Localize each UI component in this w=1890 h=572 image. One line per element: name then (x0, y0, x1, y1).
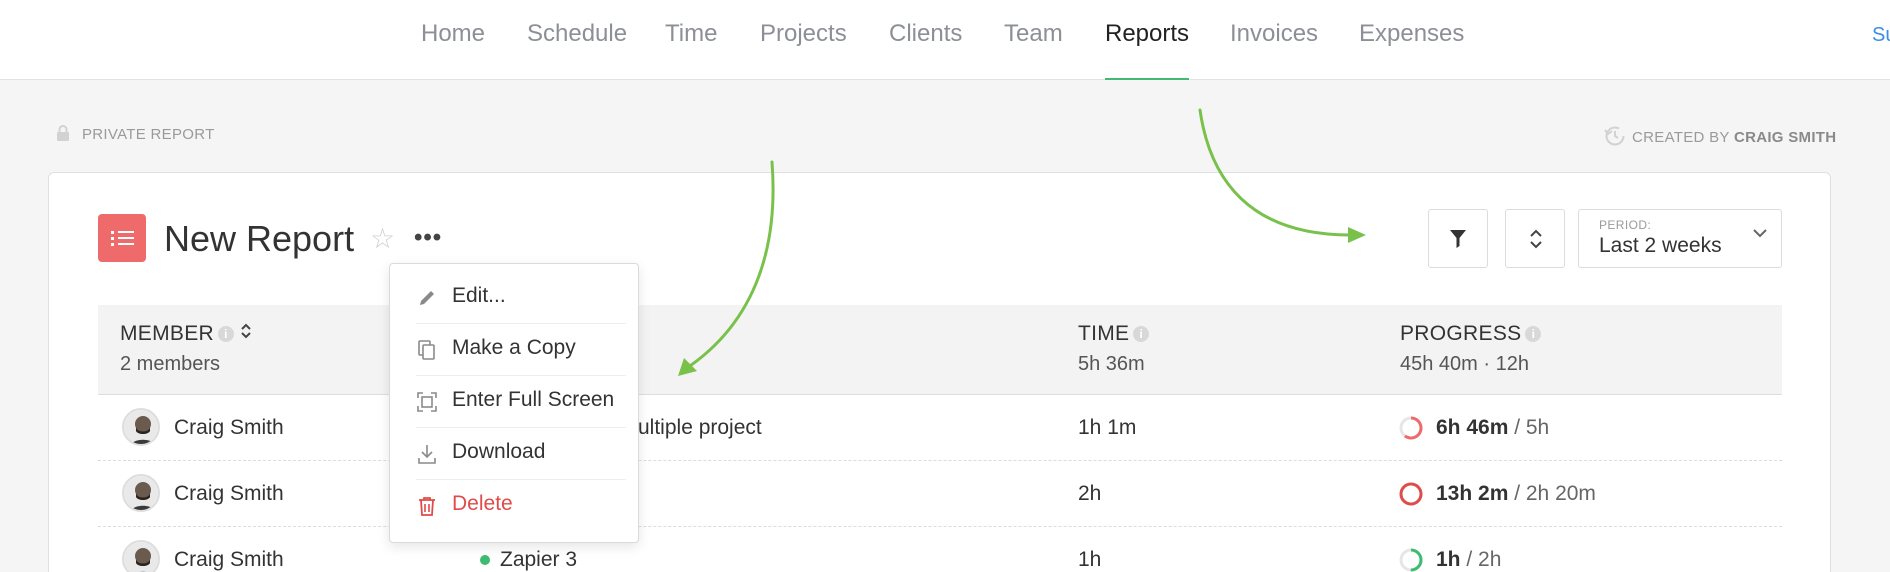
info-icon[interactable]: i (217, 326, 234, 342)
sort-icon[interactable] (240, 323, 252, 339)
chevron-down-icon (1753, 229, 1767, 238)
avatar (122, 540, 160, 572)
progress-tracked: 1h (1436, 548, 1461, 571)
top-nav: Home Schedule Time Projects Clients Team… (0, 0, 1890, 80)
time-value: 1h (1078, 548, 1102, 571)
sort-icon (1530, 229, 1542, 249)
filter-button[interactable] (1428, 209, 1488, 268)
history-icon (1604, 126, 1625, 146)
column-header-progress[interactable]: PROGRESS i (1400, 322, 1542, 346)
more-options-button[interactable]: ••• (414, 224, 442, 252)
trash-icon (419, 497, 435, 516)
download-icon (418, 445, 436, 464)
menu-item-edit[interactable]: Edit... (416, 272, 626, 324)
nav-support-link[interactable]: Su (1872, 24, 1890, 47)
time-value: 1h 1m (1078, 416, 1137, 439)
progress-value: 6h 46m / 5h (1436, 416, 1549, 440)
report-options-menu: Edit... Make a Copy Enter Full Screen Do… (389, 263, 639, 543)
progress-value: 13h 2m / 2h 20m (1436, 482, 1596, 506)
progress-total: 45h 40m · 12h (1400, 353, 1529, 375)
time-value: 2h (1078, 482, 1102, 505)
table-row[interactable]: Craig Smith Zapier 3 1h 1h / 2h (98, 527, 1782, 572)
task-name: ultiple project (638, 416, 762, 439)
nav-projects[interactable]: Projects (760, 20, 847, 80)
column-title-progress: PROGRESS (1400, 322, 1522, 345)
progress-budget: / 2h 20m (1508, 482, 1596, 505)
period-value: Last 2 weeks (1599, 234, 1722, 257)
private-report-label: PRIVATE REPORT (82, 126, 215, 143)
sort-button[interactable] (1505, 209, 1565, 268)
nav-clients[interactable]: Clients (889, 20, 962, 80)
progress-ring-icon (1399, 482, 1423, 506)
progress-ring-icon (1399, 548, 1423, 572)
progress-tracked: 6h 46m (1436, 416, 1509, 439)
progress-budget: / 5h (1508, 416, 1550, 439)
created-by: CREATED BY CRAIG SMITH (1604, 125, 1836, 147)
menu-item-label: Enter Full Screen (452, 388, 615, 411)
menu-item-label: Edit... (452, 284, 506, 307)
member-count: 2 members (120, 353, 221, 375)
table-header: MEMBER i 2 members TIME i 5h 36m PROGRESS i… (98, 305, 1782, 395)
column-header-member[interactable]: MEMBER i (120, 322, 252, 346)
report-list-icon (98, 214, 146, 262)
progress-value: 1h / 2h (1436, 548, 1501, 572)
created-by-user: CRAIG SMITH (1733, 129, 1837, 146)
copy-icon (418, 340, 435, 360)
created-by-prefix: CREATED BY (1632, 129, 1730, 146)
nav-schedule[interactable]: Schedule (527, 20, 627, 80)
fullscreen-icon (417, 392, 437, 412)
column-header-time[interactable]: TIME i (1078, 322, 1150, 346)
info-icon[interactable]: i (1133, 326, 1150, 342)
report-title: New Report (164, 218, 355, 259)
star-icon[interactable]: ☆ (370, 222, 395, 255)
menu-item-label: Make a Copy (452, 336, 576, 359)
lock-icon (57, 125, 69, 141)
table-row[interactable]: Craig Smith 2h 13h 2m / 2h 20m (98, 461, 1782, 527)
nav-reports[interactable]: Reports (1105, 20, 1190, 80)
table-row[interactable]: Craig Smith ultiple project 1h 1m 6h 46m… (98, 395, 1782, 461)
column-title-member: MEMBER (120, 322, 214, 345)
menu-item-make-copy[interactable]: Make a Copy (416, 324, 626, 376)
progress-ring-icon (1399, 416, 1423, 440)
member-name[interactable]: Craig Smith (174, 482, 284, 506)
info-icon[interactable]: i (1525, 326, 1542, 342)
project-color-dot (480, 555, 490, 565)
task-name: Zapier 3 (500, 548, 578, 571)
menu-item-download[interactable]: Download (416, 428, 626, 480)
menu-item-full-screen[interactable]: Enter Full Screen (416, 376, 626, 428)
period-select[interactable]: PERIOD: Last 2 weeks (1578, 209, 1782, 268)
nav-time[interactable]: Time (665, 20, 717, 80)
time-total: 5h 36m (1078, 353, 1145, 375)
period-label: PERIOD: (1599, 218, 1652, 232)
progress-budget: / 2h (1460, 548, 1502, 571)
menu-item-label: Delete (452, 492, 513, 515)
column-title-time: TIME (1078, 322, 1130, 345)
private-report-indicator: PRIVATE REPORT (56, 125, 215, 143)
nav-invoices[interactable]: Invoices (1230, 20, 1318, 80)
menu-item-delete[interactable]: Delete (416, 480, 626, 532)
avatar (122, 408, 160, 446)
menu-item-label: Download (452, 440, 546, 463)
progress-tracked: 13h 2m (1436, 482, 1509, 505)
nav-home[interactable]: Home (421, 20, 485, 80)
member-name[interactable]: Craig Smith (174, 548, 284, 572)
nav-team[interactable]: Team (1004, 20, 1063, 80)
member-name[interactable]: Craig Smith (174, 416, 284, 440)
nav-expenses[interactable]: Expenses (1359, 20, 1464, 80)
avatar (122, 474, 160, 512)
filter-icon (1450, 230, 1466, 248)
pencil-icon (420, 291, 434, 305)
